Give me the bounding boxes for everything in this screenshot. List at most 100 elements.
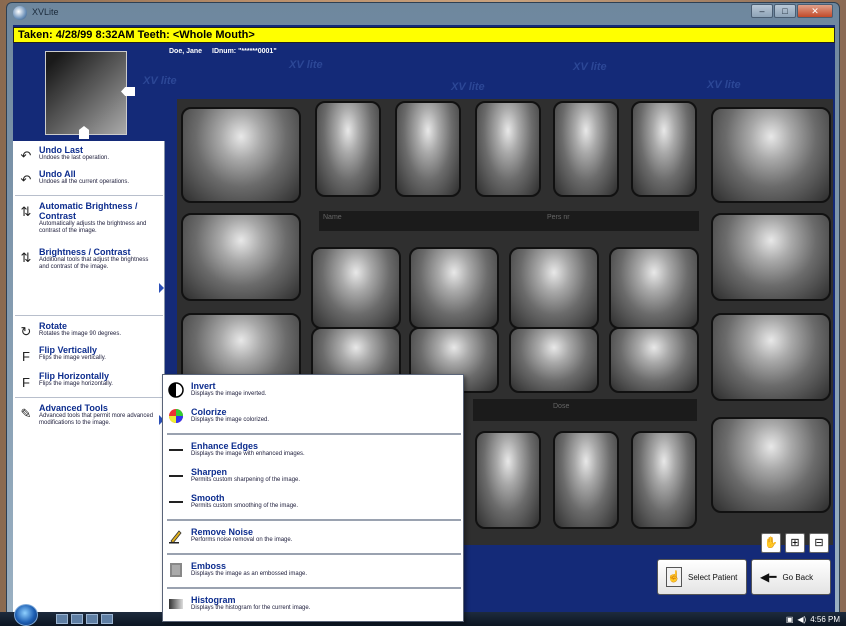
quick-launch-icon[interactable] <box>71 614 83 624</box>
select-patient-label: Select Patient <box>688 572 738 582</box>
xray-image[interactable] <box>409 247 499 329</box>
menu-item-title: Remove Noise <box>191 527 254 537</box>
xray-image[interactable] <box>553 431 619 529</box>
menu-divider <box>167 553 461 555</box>
tool-panel: ↶ Undo Last Undoes the last operation. ↶… <box>13 141 165 613</box>
close-button[interactable]: ✕ <box>797 4 833 18</box>
menu-item-invert[interactable]: Invert Displays the image inverted. <box>163 381 463 398</box>
menu-item-title: Histogram <box>191 595 236 605</box>
volume-icon[interactable]: ◀) <box>797 615 806 624</box>
enhance-edges-icon <box>169 449 183 451</box>
system-tray: ▣ ◀) 4:56 PM <box>786 613 840 625</box>
xray-image[interactable] <box>609 327 699 393</box>
zoom-in-icon[interactable]: ⊞ <box>785 533 805 553</box>
xray-image[interactable] <box>311 247 401 329</box>
quick-launch-icon[interactable] <box>56 614 68 624</box>
brightness-contrast-tool[interactable]: ⇅ Brightness / Contrast Additional tools… <box>13 247 165 271</box>
menu-item-title: Sharpen <box>191 467 228 477</box>
dose-strip: Dose <box>473 399 697 421</box>
menu-divider <box>167 519 461 521</box>
xray-image[interactable] <box>711 313 831 401</box>
patient-id: IDnum: "******0001" <box>212 48 277 55</box>
menu-item-title: Smooth <box>191 493 225 503</box>
undo-last-tool[interactable]: ↶ Undo Last Undoes the last operation. <box>13 145 165 163</box>
menu-item-description: Displays the histogram for the current i… <box>191 605 311 611</box>
xray-image[interactable] <box>553 101 619 197</box>
network-icon[interactable]: ▣ <box>786 615 794 624</box>
divider <box>15 397 163 398</box>
xray-image[interactable] <box>475 431 541 529</box>
undo-all-tool[interactable]: ↶ Undo All Undoes all the current operat… <box>13 169 165 187</box>
pers-label: Pers nr <box>547 214 570 221</box>
xray-image[interactable] <box>711 213 831 301</box>
xray-image[interactable] <box>509 247 599 329</box>
xray-image[interactable] <box>315 101 381 197</box>
sharpen-icon <box>169 475 183 477</box>
quick-launch <box>56 614 113 624</box>
title-bar[interactable]: XVLite – □ ✕ <box>7 3 839 23</box>
menu-item-title: Invert <box>191 381 216 391</box>
menu-item-sharpen[interactable]: Sharpen Permits custom sharpening of the… <box>163 467 463 484</box>
flip-horizontal-icon: F <box>22 374 30 390</box>
zoom-out-icon[interactable]: ⊟ <box>809 533 829 553</box>
tool-description: Undoes all the current operations. <box>39 179 130 185</box>
flip-vertical-tool[interactable]: F Flip Vertically Flips the image vertic… <box>13 345 165 364</box>
auto-brightness-tool[interactable]: ⇅ Automatic Brightness / Contrast Automa… <box>13 201 165 235</box>
xray-image[interactable] <box>475 101 541 197</box>
tool-description: Flips the image horizontally. <box>39 381 113 387</box>
tool-title: Automatic Brightness / Contrast <box>39 201 138 221</box>
flip-horizontal-tool[interactable]: F Flip Horizontally Flips the image hori… <box>13 371 165 390</box>
tool-description: Automatically adjusts the brightness and… <box>39 221 147 234</box>
menu-item-description: Permits custom sharpening of the image. <box>191 477 301 483</box>
xray-image[interactable] <box>181 107 301 203</box>
xray-image[interactable] <box>509 327 599 393</box>
clock[interactable]: 4:56 PM <box>810 615 840 624</box>
select-patient-button[interactable]: ☝ Select Patient <box>657 559 747 595</box>
xray-image[interactable] <box>395 101 461 197</box>
tool-description: Flips the image vertically. <box>39 355 106 361</box>
histogram-icon <box>169 599 183 609</box>
menu-item-smooth[interactable]: Smooth Permits custom smoothing of the i… <box>163 493 463 510</box>
menu-item-remove-noise[interactable]: Remove Noise Performs noise removal on t… <box>163 527 463 544</box>
smooth-icon <box>169 501 183 503</box>
menu-item-colorize[interactable]: Colorize Displays the image colorized. <box>163 407 463 424</box>
xray-image[interactable] <box>181 213 301 301</box>
invert-icon <box>168 382 184 398</box>
xray-image[interactable] <box>711 417 831 513</box>
tool-description: Rotates the image 90 degrees. <box>39 331 122 337</box>
menu-item-histogram[interactable]: Histogram Displays the histogram for the… <box>163 595 463 612</box>
menu-item-description: Displays the image with enhanced images. <box>191 451 305 457</box>
menu-item-description: Displays the image inverted. <box>191 391 267 397</box>
pan-hand-icon[interactable]: ✋ <box>761 533 781 553</box>
rotate-tool[interactable]: ↻ Rotate Rotates the image 90 degrees. <box>13 321 165 339</box>
watermark: XV lite <box>707 79 741 91</box>
patient-name-strip: Name Pers nr <box>319 211 699 231</box>
xray-image[interactable] <box>631 101 697 197</box>
watermark: XV lite <box>289 59 323 71</box>
go-back-label: Go Back <box>782 572 814 582</box>
emboss-icon <box>170 563 182 577</box>
maximize-button[interactable]: □ <box>774 4 796 18</box>
divider <box>15 315 163 316</box>
pencil-icon: ✎ <box>20 406 32 421</box>
start-button[interactable] <box>14 604 38 626</box>
advanced-tools-tool[interactable]: ✎ Advanced Tools Advanced tools that per… <box>13 403 165 427</box>
xray-image[interactable] <box>711 107 831 203</box>
image-navigator[interactable] <box>45 51 127 135</box>
app-icon <box>13 6 27 20</box>
quick-launch-icon[interactable] <box>101 614 113 624</box>
minimize-button[interactable]: – <box>751 4 773 18</box>
colorize-icon <box>169 409 183 423</box>
tool-title: Undo Last <box>39 145 83 155</box>
watermark: XV lite <box>451 81 485 93</box>
go-back-button[interactable]: ◀━ Go Back <box>751 559 831 595</box>
tool-title: Flip Vertically <box>39 345 98 355</box>
menu-item-title: Enhance Edges <box>191 441 259 451</box>
brightness-icon: ⇅ <box>20 250 32 265</box>
menu-item-enhance-edges[interactable]: Enhance Edges Displays the image with en… <box>163 441 463 458</box>
menu-item-emboss[interactable]: Emboss Displays the image as an embossed… <box>163 561 463 578</box>
patient-name: Doe, Jane <box>169 48 203 55</box>
xray-image[interactable] <box>609 247 699 329</box>
xray-image[interactable] <box>631 431 697 529</box>
quick-launch-icon[interactable] <box>86 614 98 624</box>
